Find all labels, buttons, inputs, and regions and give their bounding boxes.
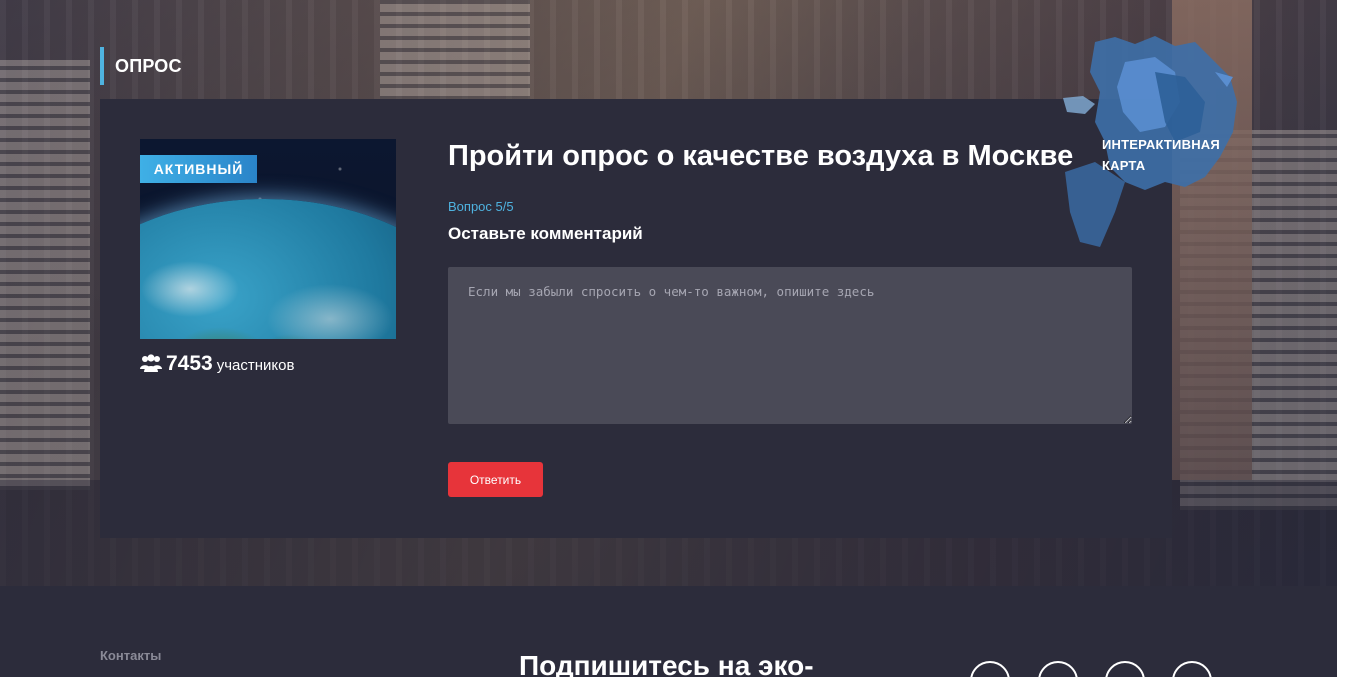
poll-card: АКТИВНЫЙ 7453 участников Пройти опрос о …	[100, 99, 1172, 538]
poll-title: Пройти опрос о качестве воздуха в Москве	[448, 140, 1074, 172]
twitter-icon[interactable]	[1172, 661, 1212, 677]
youtube-icon[interactable]	[1105, 661, 1145, 677]
question-text: Оставьте комментарий	[448, 224, 643, 243]
background-building	[0, 60, 90, 490]
footer: Контакты Подпишитесь на эко-	[0, 586, 1337, 677]
status-badge: АКТИВНЫЙ	[140, 155, 257, 183]
question-counter: Вопрос 5/5	[448, 199, 514, 214]
participants-label: участников	[216, 357, 295, 374]
participants-count: 7453	[166, 352, 213, 375]
subscribe-title: Подпишитесь на эко-	[519, 650, 814, 677]
submit-answer-button[interactable]: Ответить	[448, 462, 543, 497]
contacts-link[interactable]: Контакты	[100, 648, 161, 663]
participants-counter: 7453 участников	[140, 352, 294, 380]
background-building	[380, 0, 530, 100]
map-label-line1: ИНТЕРАКТИВНАЯ	[1102, 137, 1220, 152]
map-label-line2: КАРТА	[1102, 158, 1146, 173]
comment-textarea[interactable]	[448, 267, 1132, 424]
hero-background: ОПРОС АКТИВНЫЙ 7453 участников Пройти оп…	[0, 0, 1337, 586]
earth-graphic	[140, 199, 396, 339]
page: ОПРОС АКТИВНЫЙ 7453 участников Пройти оп…	[0, 0, 1337, 677]
vk-icon[interactable]	[970, 661, 1010, 677]
interactive-map-label: ИНТЕРАКТИВНАЯ КАРТА	[1102, 134, 1220, 176]
page-scrollbar[interactable]	[1337, 0, 1354, 677]
interactive-map-link[interactable]: ИНТЕРАКТИВНАЯ КАРТА	[1055, 32, 1245, 252]
section-title: ОПРОС	[100, 47, 182, 85]
telegram-icon[interactable]	[1038, 661, 1078, 677]
users-icon	[140, 354, 162, 372]
